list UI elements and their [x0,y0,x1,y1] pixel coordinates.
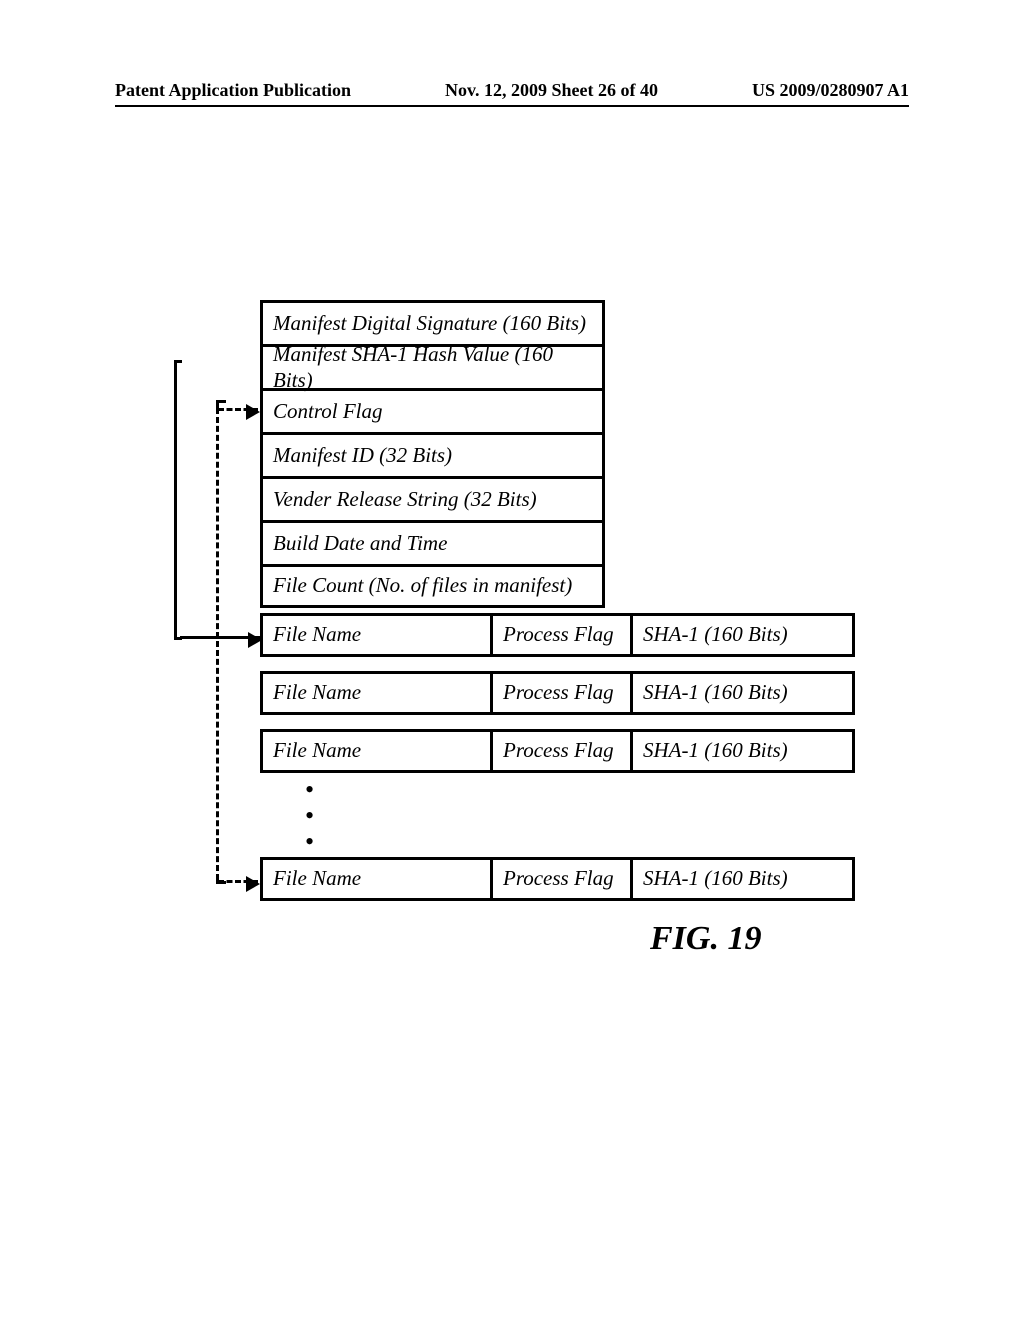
process-flag-cell: Process Flag [490,671,630,715]
process-flag-cell: Process Flag [490,729,630,773]
ellipsis-icon: • • • [260,773,855,857]
header-date-and-sheet: Nov. 12, 2009 Sheet 26 of 40 [445,80,658,101]
file-sha1-cell: SHA-1 (160 Bits) [630,671,855,715]
file-span-bracket [216,408,219,880]
manifest-id-field: Manifest ID (32 Bits) [260,432,605,476]
header-publication-label: Patent Application Publication [115,80,351,101]
file-sha1-cell: SHA-1 (160 Bits) [630,729,855,773]
file-span-bottom-arrow-icon [218,880,258,883]
file-span-top-arrow-icon [218,408,258,411]
file-count-field: File Count (No. of files in manifest) [260,564,605,608]
page-header: Patent Application Publication Nov. 12, … [115,80,909,101]
file-name-cell: File Name [260,729,490,773]
file-sha1-cell: SHA-1 (160 Bits) [630,613,855,657]
header-rule [115,105,909,107]
file-entry-row: File Name Process Flag SHA-1 (160 Bits) [260,671,855,715]
file-name-cell: File Name [260,857,490,901]
vendor-release-string-field: Vender Release String (32 Bits) [260,476,605,520]
hash-span-arrow-icon [180,636,260,639]
manifest-header-fields: Manifest Digital Signature (160 Bits) Ma… [260,300,605,608]
file-entry-row: File Name Process Flag SHA-1 (160 Bits) [260,613,855,657]
file-entries-list: File Name Process Flag SHA-1 (160 Bits) … [260,613,855,901]
figure-caption: FIG. 19 [650,920,761,958]
file-entry-row: File Name Process Flag SHA-1 (160 Bits) [260,857,855,901]
header-publication-number: US 2009/0280907 A1 [752,80,909,101]
manifest-digital-signature-field: Manifest Digital Signature (160 Bits) [260,300,605,344]
build-date-time-field: Build Date and Time [260,520,605,564]
file-sha1-cell: SHA-1 (160 Bits) [630,857,855,901]
process-flag-cell: Process Flag [490,857,630,901]
file-name-cell: File Name [260,613,490,657]
file-entry-row: File Name Process Flag SHA-1 (160 Bits) [260,729,855,773]
hash-span-bracket [174,360,182,640]
control-flag-field: Control Flag [260,388,605,432]
manifest-sha1-hash-field: Manifest SHA-1 Hash Value (160 Bits) [260,344,605,388]
process-flag-cell: Process Flag [490,613,630,657]
file-name-cell: File Name [260,671,490,715]
